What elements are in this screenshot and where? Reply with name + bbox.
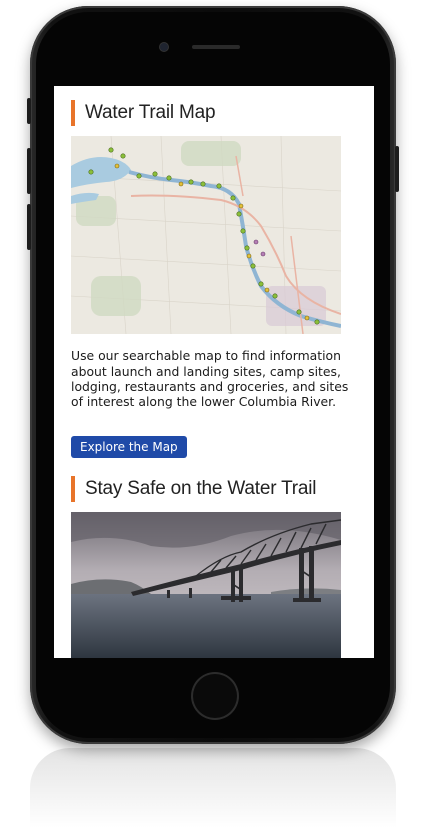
explore-map-button[interactable]: Explore the Map bbox=[71, 436, 187, 458]
accent-bar bbox=[71, 476, 75, 502]
water-trail-map-image[interactable] bbox=[71, 136, 341, 334]
earpiece-speaker bbox=[192, 45, 240, 49]
phone-reflection bbox=[30, 748, 396, 828]
home-button bbox=[191, 672, 239, 720]
map-description: Use our searchable map to find informati… bbox=[71, 348, 349, 409]
section-title: Stay Safe on the Water Trail bbox=[85, 478, 317, 499]
bridge-photo bbox=[71, 512, 341, 658]
section-heading-stay-safe: Stay Safe on the Water Trail bbox=[71, 476, 317, 502]
accent-bar bbox=[71, 100, 75, 126]
front-camera bbox=[160, 43, 168, 51]
volume-down-button bbox=[27, 204, 31, 250]
section-heading-water-trail-map: Water Trail Map bbox=[71, 100, 216, 126]
mute-switch bbox=[27, 98, 31, 124]
power-button bbox=[395, 146, 399, 192]
volume-up-button bbox=[27, 148, 31, 194]
phone-screen: Water Trail Map Use our searchable map t… bbox=[54, 86, 374, 658]
section-title: Water Trail Map bbox=[85, 102, 216, 123]
